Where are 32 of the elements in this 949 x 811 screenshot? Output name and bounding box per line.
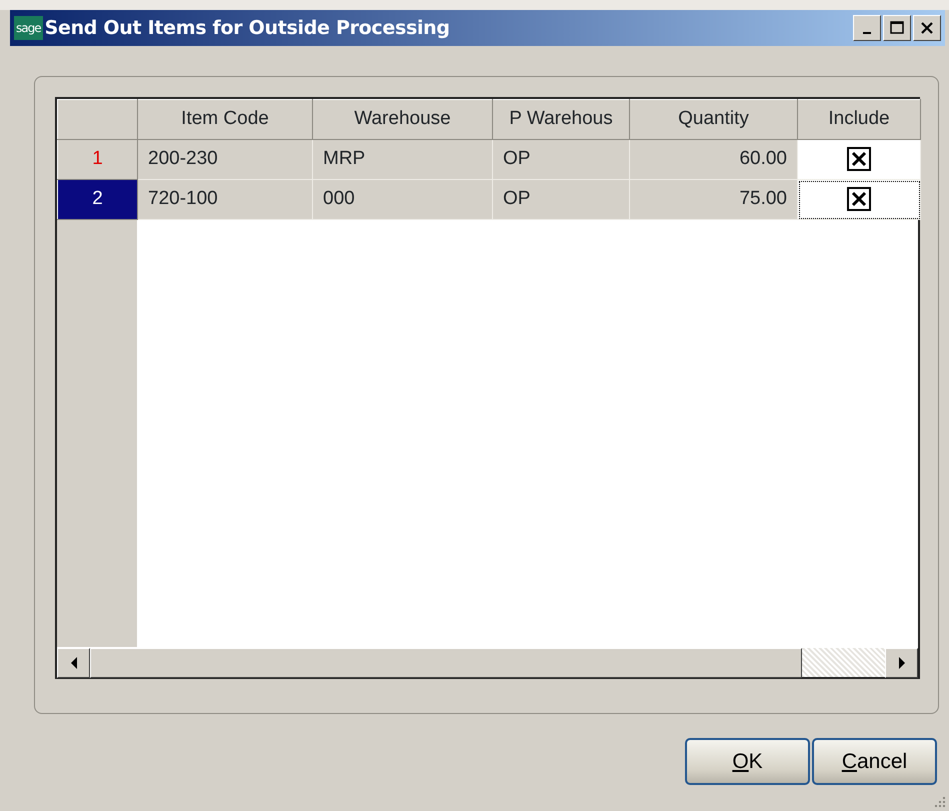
table-cell: 60.00 bbox=[630, 140, 798, 180]
checkbox[interactable] bbox=[847, 187, 871, 212]
horizontal-scrollbar[interactable] bbox=[57, 647, 918, 677]
window-title: Send Out Items for Outside Processing bbox=[44, 16, 450, 41]
cancel-button[interactable]: Cancel bbox=[812, 738, 937, 785]
row-header[interactable]: 2 bbox=[58, 180, 138, 220]
column-header[interactable]: Item Code bbox=[138, 100, 312, 140]
column-header[interactable]: Quantity bbox=[630, 100, 798, 140]
checkbox[interactable] bbox=[847, 147, 871, 172]
column-header[interactable]: Warehouse bbox=[312, 100, 492, 140]
scroll-thumb[interactable] bbox=[90, 648, 802, 678]
table-cell: OP bbox=[492, 140, 630, 180]
table-cell: MRP bbox=[312, 140, 492, 180]
close-icon bbox=[920, 21, 934, 35]
scroll-right-button[interactable] bbox=[885, 648, 918, 678]
left-arrow-icon bbox=[70, 657, 78, 669]
table-cell: 720-100 bbox=[138, 180, 312, 220]
maximize-button[interactable] bbox=[883, 15, 911, 41]
table-cell: 000 bbox=[312, 180, 492, 220]
minimize-button[interactable] bbox=[853, 15, 881, 41]
maximize-icon bbox=[890, 21, 904, 35]
ok-button[interactable]: OK bbox=[685, 738, 810, 785]
close-button[interactable] bbox=[913, 15, 941, 41]
column-header[interactable]: Include bbox=[798, 100, 920, 140]
scroll-left-button[interactable] bbox=[57, 648, 90, 678]
minimize-icon bbox=[863, 32, 871, 34]
table-cell: OP bbox=[492, 180, 630, 220]
table-cell: 75.00 bbox=[630, 180, 798, 220]
logo: sage bbox=[14, 16, 43, 40]
table-cell: 200-230 bbox=[138, 140, 312, 180]
right-arrow-icon bbox=[898, 657, 906, 669]
column-header[interactable]: P Warehous bbox=[492, 100, 630, 140]
